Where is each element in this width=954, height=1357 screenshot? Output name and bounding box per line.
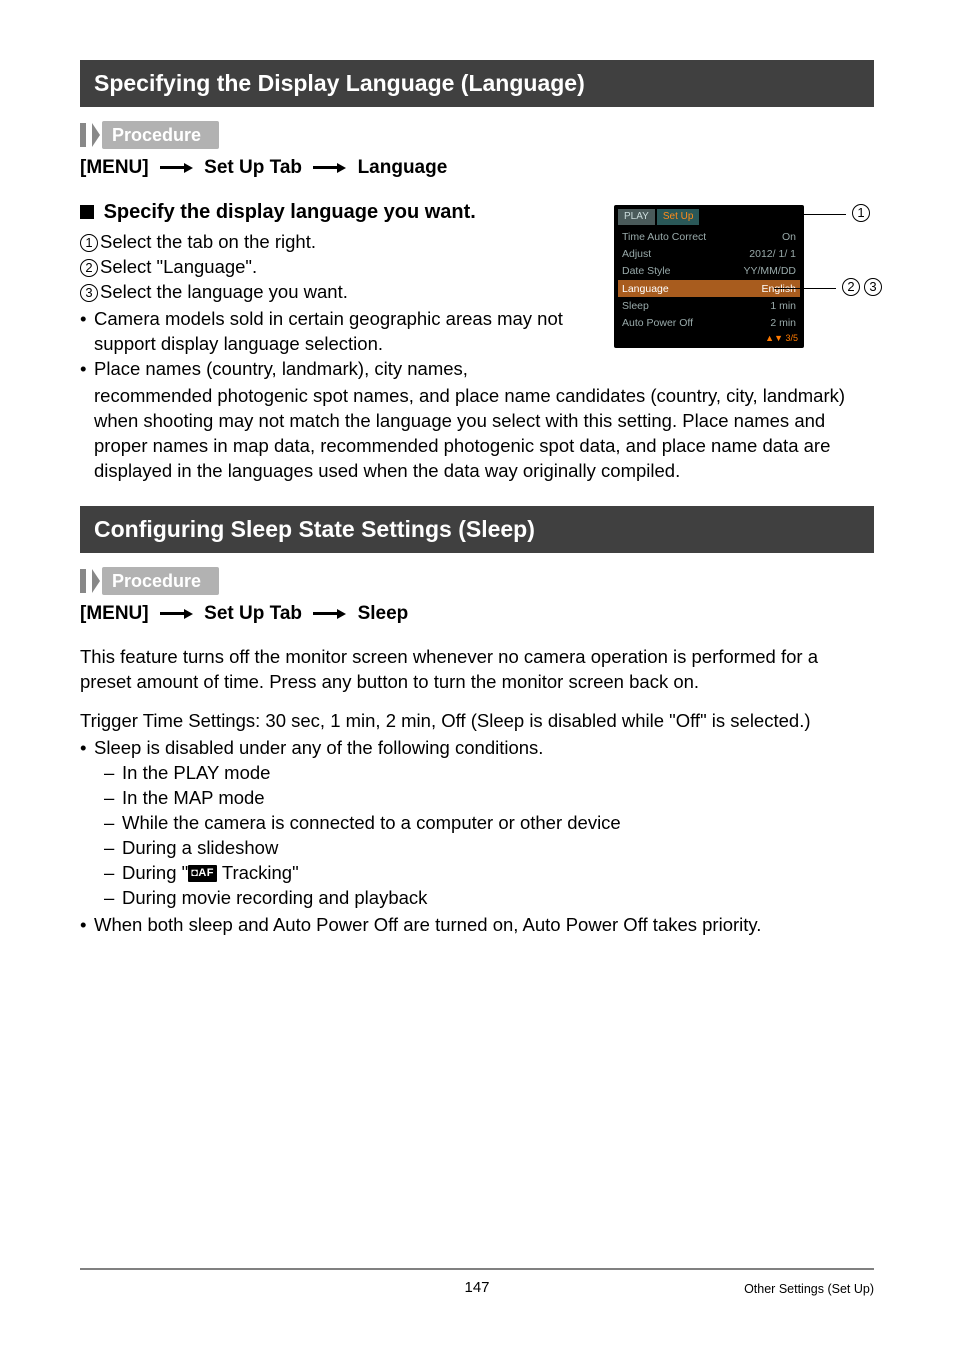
- dash-text: During "◘AF Tracking": [122, 861, 299, 886]
- bullet-item: •Sleep is disabled under any of the foll…: [80, 736, 874, 761]
- section-title-language: Specifying the Display Language (Languag…: [80, 60, 874, 107]
- camera-menu-row: Date StyleYY/MM/DD: [618, 263, 800, 280]
- paragraph: Trigger Time Settings: 30 sec, 1 min, 2 …: [80, 709, 874, 734]
- arrow-icon: [313, 156, 346, 182]
- dash-text: While the camera is connected to a compu…: [122, 811, 621, 836]
- callout-2-3: 2 3: [774, 279, 884, 297]
- camera-screenshot: PLAY Set Up Time Auto CorrectOn Adjust20…: [614, 199, 874, 359]
- dash-item: –While the camera is connected to a comp…: [104, 811, 874, 836]
- dash-item: –During a slideshow: [104, 836, 874, 861]
- subheading: Specify the display language you want.: [80, 199, 584, 226]
- camera-footer: ▲▼ 3/5: [618, 332, 800, 344]
- page-number: 147: [240, 1278, 714, 1298]
- step-text: Select the language you want.: [100, 281, 348, 302]
- camera-menu-row-selected: LanguageEnglish: [618, 280, 800, 297]
- dash-item: –In the PLAY mode: [104, 761, 874, 786]
- camera-tab-play: PLAY: [618, 209, 655, 225]
- bullet-item: •Place names (country, landmark), city n…: [80, 357, 584, 382]
- dash-text: During movie recording and playback: [122, 886, 427, 911]
- camera-tab-setup: Set Up: [657, 209, 700, 225]
- procedure-indicator: Procedure: [80, 567, 874, 595]
- arrow-icon: [313, 601, 346, 627]
- bullet-text: Camera models sold in certain geographic…: [94, 307, 584, 357]
- proc-bar-icon: [80, 569, 86, 593]
- proc-bar-icon: [80, 123, 86, 147]
- menu-path-language: [MENU] Set Up Tab Language: [80, 155, 874, 181]
- bullet-continuation: recommended photogenic spot names, and p…: [94, 384, 874, 484]
- circled-number-icon: 1: [80, 234, 98, 252]
- af-tracking-icon: ◘AF: [188, 865, 217, 882]
- arrow-icon: [160, 601, 193, 627]
- arrow-icon: [160, 156, 193, 182]
- dash-item: –In the MAP mode: [104, 786, 874, 811]
- black-square-icon: [80, 205, 94, 219]
- procedure-badge: Procedure: [102, 121, 219, 149]
- menu-path-part: [MENU]: [80, 157, 149, 178]
- menu-path-part: [MENU]: [80, 603, 149, 624]
- section-title-sleep: Configuring Sleep State Settings (Sleep): [80, 506, 874, 553]
- menu-path-part: Set Up Tab: [204, 157, 302, 178]
- dash-text: During a slideshow: [122, 836, 278, 861]
- circled-number-icon: 2: [80, 259, 98, 277]
- circled-number-icon: 3: [864, 278, 882, 296]
- circled-number-icon: 3: [80, 284, 98, 302]
- procedure-indicator: Procedure: [80, 121, 874, 149]
- camera-menu-row: Auto Power Off2 min: [618, 315, 800, 332]
- callout-1: 1: [766, 205, 872, 223]
- step-text: Select "Language".: [100, 256, 257, 277]
- menu-path-part: Language: [358, 157, 448, 178]
- proc-chevron-icon: [92, 123, 100, 147]
- menu-path-part: Sleep: [358, 603, 409, 624]
- subheading-text: Specify the display language you want.: [104, 201, 476, 223]
- bullet-item: •Camera models sold in certain geographi…: [80, 307, 584, 357]
- circled-number-icon: 1: [852, 204, 870, 222]
- procedure-badge: Procedure: [102, 567, 219, 595]
- menu-path-sleep: [MENU] Set Up Tab Sleep: [80, 601, 874, 627]
- camera-menu-row: Sleep1 min: [618, 297, 800, 314]
- step-2: 2Select "Language".: [80, 255, 584, 280]
- dash-item: –During "◘AF Tracking": [104, 861, 874, 886]
- dash-item: –During movie recording and playback: [104, 886, 874, 911]
- dash-text: In the PLAY mode: [122, 761, 270, 786]
- bullet-text: When both sleep and Auto Power Off are t…: [94, 913, 874, 938]
- dash-text: In the MAP mode: [122, 786, 265, 811]
- bullet-text: Sleep is disabled under any of the follo…: [94, 736, 874, 761]
- paragraph: This feature turns off the monitor scree…: [80, 645, 874, 695]
- circled-number-icon: 2: [842, 278, 860, 296]
- camera-menu-row: Time Auto CorrectOn: [618, 229, 800, 246]
- step-1: 1Select the tab on the right.: [80, 230, 584, 255]
- step-3: 3Select the language you want.: [80, 280, 584, 305]
- bullet-text: Place names (country, landmark), city na…: [94, 357, 584, 382]
- proc-chevron-icon: [92, 569, 100, 593]
- camera-menu-row: Adjust2012/ 1/ 1: [618, 246, 800, 263]
- footer-section-name: Other Settings (Set Up): [714, 1281, 874, 1298]
- step-text: Select the tab on the right.: [100, 231, 316, 252]
- page-footer: 147 Other Settings (Set Up): [80, 1268, 874, 1298]
- bullet-item: •When both sleep and Auto Power Off are …: [80, 913, 874, 938]
- menu-path-part: Set Up Tab: [204, 603, 302, 624]
